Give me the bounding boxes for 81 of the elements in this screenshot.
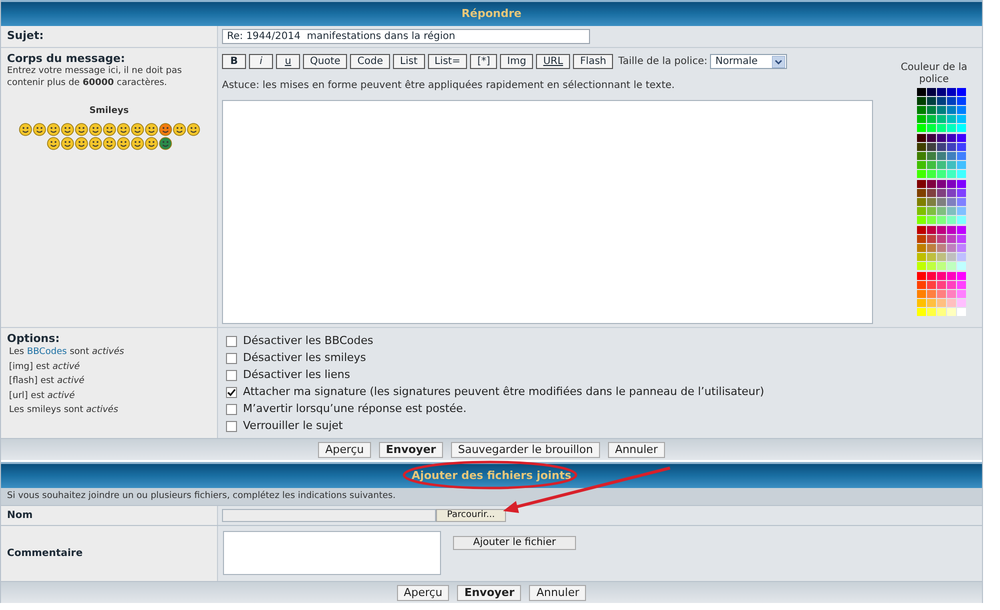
smileys-title: Smileys — [88, 105, 130, 118]
panel-header: Ajouter des fichiers joints — [1, 462, 982, 488]
add-file-button[interactable]: Ajouter le fichier — [453, 536, 576, 550]
palette-title: Couleur de la police — [900, 62, 968, 86]
field-label: Sujet: — [7, 28, 44, 44]
smiley-icon[interactable] — [130, 136, 144, 150]
checkbox[interactable] — [226, 336, 237, 347]
checkbox-label: Attacher ma signature (les signatures peuvent être modifiées dans le panneau de l’utilisateur) — [243, 384, 764, 400]
rule-text: [url] est activé — [9, 390, 75, 400]
subject-field[interactable]: Re: 1944/2014 manifestations dans la région — [222, 29, 590, 44]
field-label: Corps du message: — [7, 52, 126, 65]
format-button[interactable]: Quote — [303, 54, 348, 69]
checkbox-label: Désactiver les smileys — [243, 350, 366, 366]
smiley-icon[interactable] — [116, 122, 130, 136]
smiley-icon[interactable] — [46, 136, 60, 150]
format-button[interactable]: List= — [428, 54, 468, 69]
format-button[interactable]: [*] — [470, 54, 498, 69]
submit-button[interactable]: Envoyer — [378, 442, 443, 458]
smiley-icon[interactable] — [186, 122, 200, 136]
bbcodes-link[interactable]: BBCodes — [26, 345, 67, 360]
smiley-icon[interactable] — [102, 122, 116, 136]
smiley-icon[interactable] — [158, 136, 172, 150]
checkbox-label: Désactiver les liens — [243, 367, 350, 384]
field-label: Nom — [7, 509, 33, 523]
form-button[interactable]: Aperçu — [318, 442, 371, 458]
color-palette-drawing[interactable] — [916, 88, 966, 316]
smiley-icon[interactable] — [18, 122, 32, 136]
checkbox-label: M’avertir lorsqu’une réponse est postée. — [243, 401, 466, 418]
smiley-icon[interactable] — [74, 136, 88, 150]
smiley-icon[interactable] — [46, 122, 60, 136]
checkbox-label: Verrouiller le sujet — [243, 418, 343, 434]
rule-text: Les — [9, 346, 26, 359]
checkbox[interactable] — [226, 404, 237, 415]
dropdown-arrow-icon — [772, 56, 786, 68]
message-field[interactable] — [222, 100, 873, 324]
field-label: Commentaire — [7, 547, 83, 561]
checkbox[interactable] — [226, 387, 237, 398]
smiley-icon[interactable] — [88, 122, 102, 136]
format-button[interactable]: List — [393, 54, 424, 69]
field-label: Options: — [7, 332, 61, 345]
smiley-icon[interactable] — [130, 122, 144, 136]
rule-text: [flash] est activé — [9, 376, 84, 386]
format-button[interactable]: i — [249, 54, 273, 69]
rule-text: [img] est activé — [9, 362, 80, 372]
format-button[interactable]: u — [276, 54, 300, 69]
browse-button[interactable]: Parcourir... — [436, 509, 506, 522]
font-size-label: Taille de la police: — [618, 55, 708, 69]
font-size-select[interactable]: Normale — [710, 54, 788, 69]
smiley-icon[interactable] — [74, 122, 88, 136]
tip-text: Astuce: les mises en forme peuvent être appliquées rapidement en sélectionnant le texte. — [222, 79, 676, 93]
format-button[interactable]: URL — [536, 54, 570, 69]
smiley-icon[interactable] — [144, 136, 158, 150]
smiley-icon[interactable] — [144, 122, 158, 136]
help-text: Entrez votre message ici, il ne doit pas contenir plus de 60000 caractères. — [7, 65, 183, 89]
smiley-icon[interactable] — [60, 136, 74, 150]
format-button[interactable]: Img — [500, 54, 534, 69]
comment-field[interactable] — [223, 531, 441, 575]
checkbox[interactable] — [226, 370, 237, 381]
panel-header: Répondre — [1, 0, 982, 26]
rule-text: sont activés — [68, 346, 124, 359]
checkbox-label: Désactiver les BBCodes — [243, 333, 374, 350]
smiley-icon[interactable] — [88, 136, 102, 150]
smiley-icon[interactable] — [60, 122, 74, 136]
checkbox[interactable] — [226, 353, 237, 364]
form-button[interactable]: Aperçu — [396, 584, 450, 600]
rule-text: Les smileys sont activés — [9, 405, 118, 415]
intro-text: Si vous souhaitez joindre un ou plusieurs fichiers, complétez les indications suivantes. — [7, 490, 396, 503]
smiley-icon[interactable] — [158, 122, 172, 136]
form-button[interactable]: Sauvegarder le brouillon — [450, 442, 600, 458]
form-button[interactable]: Annuler — [608, 442, 665, 458]
file-field[interactable] — [222, 509, 436, 522]
form-button[interactable]: Annuler — [529, 584, 586, 600]
submit-button[interactable]: Envoyer — [457, 584, 522, 600]
format-button[interactable]: B — [222, 54, 246, 69]
smiley-icon[interactable] — [102, 136, 116, 150]
format-button[interactable]: Code — [350, 54, 390, 69]
smiley-icon[interactable] — [116, 136, 130, 150]
smiley-icon[interactable] — [32, 122, 46, 136]
smiley-icon[interactable] — [172, 122, 186, 136]
checkbox[interactable] — [226, 421, 237, 432]
format-button[interactable]: Flash — [573, 54, 614, 69]
